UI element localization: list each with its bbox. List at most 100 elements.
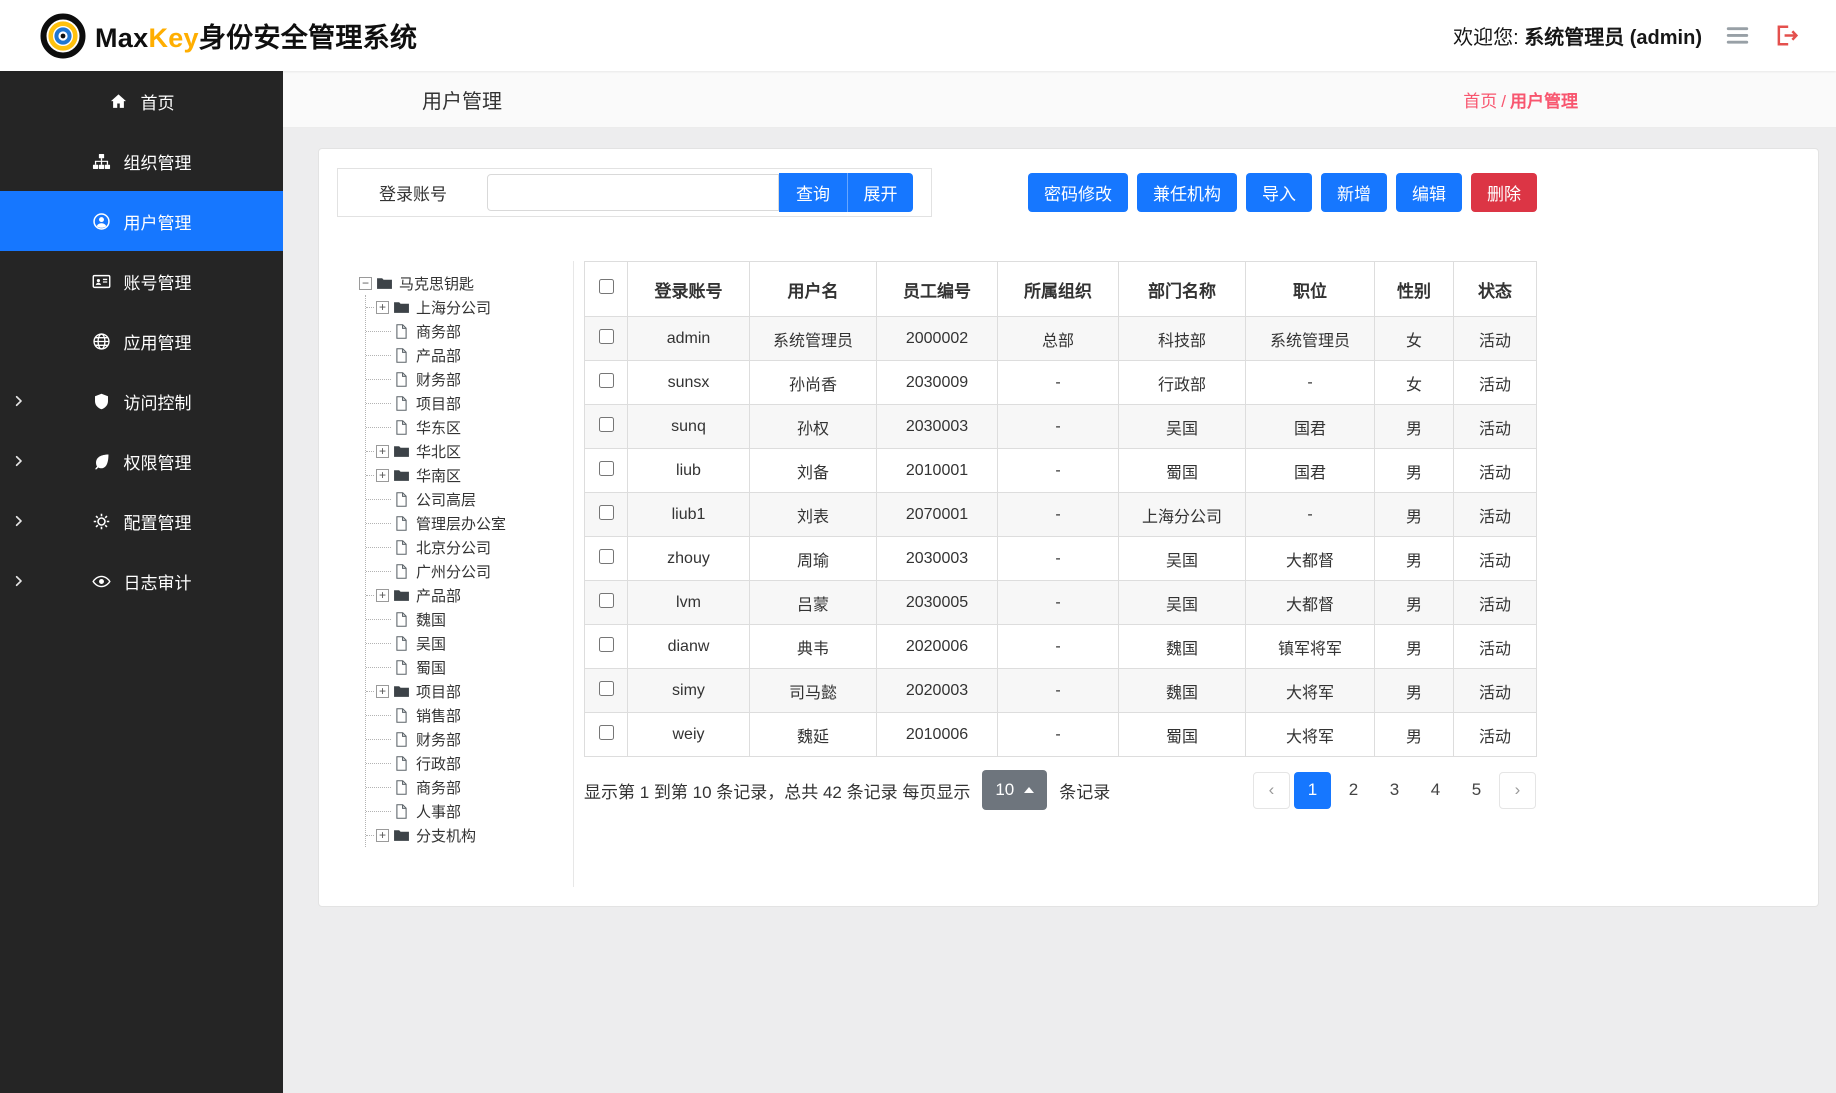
page-size-dropdown[interactable]: 10 [982, 770, 1047, 810]
tree-node[interactable]: 吴国 [366, 631, 573, 655]
password-modify-button[interactable]: 密码修改 [1028, 173, 1128, 212]
tree-node[interactable]: + 项目部 [366, 679, 573, 703]
row-checkbox[interactable] [599, 681, 614, 696]
tree-node-label[interactable]: 财务部 [414, 369, 463, 390]
delete-button[interactable]: 删除 [1471, 173, 1537, 212]
tree-node[interactable]: 销售部 [366, 703, 573, 727]
tree-node-label[interactable]: 人事部 [414, 801, 463, 822]
menu-icon[interactable] [1724, 22, 1751, 49]
tree-toggle-icon[interactable]: + [376, 469, 389, 482]
sidebar-item-access-control[interactable]: 访问控制 [0, 371, 283, 431]
tree-toggle-icon[interactable]: + [376, 829, 389, 842]
tree-node[interactable]: 管理层办公室 [366, 511, 573, 535]
table-row[interactable]: admin系统管理员2000002总部科技部系统管理员女活动 [585, 317, 1537, 361]
row-checkbox[interactable] [599, 637, 614, 652]
tree-node-label[interactable]: 北京分公司 [414, 537, 493, 558]
table-row[interactable]: sunsx孙尚香2030009-行政部-女活动 [585, 361, 1537, 405]
tree-node-label[interactable]: 华南区 [414, 465, 463, 486]
import-button[interactable]: 导入 [1246, 173, 1312, 212]
table-row[interactable]: simy司马懿2020003-魏国大将军男活动 [585, 669, 1537, 713]
breadcrumb-item[interactable]: 首页 [1463, 92, 1497, 111]
logout-icon[interactable] [1773, 22, 1800, 49]
tree-node[interactable]: 华东区 [366, 415, 573, 439]
page-button-4[interactable]: 4 [1417, 772, 1454, 809]
search-input[interactable] [487, 174, 779, 211]
row-checkbox[interactable] [599, 549, 614, 564]
tree-node[interactable]: 商务部 [366, 775, 573, 799]
tree-node[interactable]: 行政部 [366, 751, 573, 775]
tree-node-label[interactable]: 马克思钥匙 [397, 273, 476, 294]
sidebar-item-app-management[interactable]: 应用管理 [0, 311, 283, 371]
row-checkbox[interactable] [599, 373, 614, 388]
tree-node[interactable]: 人事部 [366, 799, 573, 823]
sidebar-item-config-management[interactable]: 配置管理 [0, 491, 283, 551]
tree-toggle-icon[interactable]: + [376, 685, 389, 698]
add-button[interactable]: 新增 [1321, 173, 1387, 212]
row-checkbox[interactable] [599, 725, 614, 740]
tree-toggle-icon[interactable]: + [376, 589, 389, 602]
tree-node-label[interactable]: 产品部 [414, 585, 463, 606]
tree-node-label[interactable]: 蜀国 [414, 657, 448, 678]
row-checkbox[interactable] [599, 417, 614, 432]
tree-toggle-icon[interactable]: + [376, 445, 389, 458]
tree-node[interactable]: 商务部 [366, 319, 573, 343]
table-row[interactable]: zhouy周瑜2030003-吴国大都督男活动 [585, 537, 1537, 581]
prev-page-button[interactable]: ‹ [1253, 772, 1290, 809]
tree-node-label[interactable]: 项目部 [414, 393, 463, 414]
tree-node[interactable]: 财务部 [366, 727, 573, 751]
tree-node-label[interactable]: 华东区 [414, 417, 463, 438]
expand-button[interactable]: 展开 [847, 173, 913, 212]
tree-node-label[interactable]: 上海分公司 [414, 297, 493, 318]
tree-node-label[interactable]: 行政部 [414, 753, 463, 774]
sidebar-item-home[interactable]: 首页 [0, 71, 283, 131]
sidebar-item-account-management[interactable]: 账号管理 [0, 251, 283, 311]
row-checkbox[interactable] [599, 505, 614, 520]
table-row[interactable]: dianw典韦2020006-魏国镇军将军男活动 [585, 625, 1537, 669]
table-row[interactable]: lvm吕蒙2030005-吴国大都督男活动 [585, 581, 1537, 625]
next-page-button[interactable]: › [1499, 772, 1536, 809]
page-button-5[interactable]: 5 [1458, 772, 1495, 809]
tree-node[interactable]: + 分支机构 [366, 823, 573, 847]
tree-node-label[interactable]: 广州分公司 [414, 561, 493, 582]
page-button-3[interactable]: 3 [1376, 772, 1413, 809]
edit-button[interactable]: 编辑 [1396, 173, 1462, 212]
tree-node[interactable]: + 华北区 [366, 439, 573, 463]
tree-toggle-icon[interactable]: − [359, 277, 372, 290]
tree-node-label[interactable]: 销售部 [414, 705, 463, 726]
tree-node[interactable]: 魏国 [366, 607, 573, 631]
row-checkbox[interactable] [599, 593, 614, 608]
table-row[interactable]: weiy魏延2010006-蜀国大将军男活动 [585, 713, 1537, 757]
tree-node[interactable]: 项目部 [366, 391, 573, 415]
tree-node[interactable]: 蜀国 [366, 655, 573, 679]
tree-node-label[interactable]: 财务部 [414, 729, 463, 750]
tree-node-label[interactable]: 华北区 [414, 441, 463, 462]
table-row[interactable]: sunq孙权2030003-吴国国君男活动 [585, 405, 1537, 449]
sidebar-item-org-management[interactable]: 组织管理 [0, 131, 283, 191]
tree-node-label[interactable]: 商务部 [414, 321, 463, 342]
table-row[interactable]: liub刘备2010001-蜀国国君男活动 [585, 449, 1537, 493]
sidebar-item-permission-management[interactable]: 权限管理 [0, 431, 283, 491]
tree-node-label[interactable]: 产品部 [414, 345, 463, 366]
page-button-1[interactable]: 1 [1294, 772, 1331, 809]
tree-node[interactable]: 广州分公司 [366, 559, 573, 583]
tree-node[interactable]: +上海分公司 [366, 295, 573, 319]
row-checkbox[interactable] [599, 329, 614, 344]
tree-node[interactable]: 产品部 [366, 343, 573, 367]
tree-root[interactable]: − 马克思钥匙 [359, 271, 573, 295]
sidebar-item-user-management[interactable]: 用户管理 [0, 191, 283, 251]
tree-node[interactable]: 公司高层 [366, 487, 573, 511]
tree-node-label[interactable]: 吴国 [414, 633, 448, 654]
tree-node-label[interactable]: 商务部 [414, 777, 463, 798]
tree-node[interactable]: + 华南区 [366, 463, 573, 487]
tree-node-label[interactable]: 公司高层 [414, 489, 478, 510]
adjunct-org-button[interactable]: 兼任机构 [1137, 173, 1237, 212]
tree-node-label[interactable]: 分支机构 [414, 825, 478, 846]
select-all-checkbox[interactable] [599, 279, 614, 294]
tree-node[interactable]: + 产品部 [366, 583, 573, 607]
sidebar-item-log-audit[interactable]: 日志审计 [0, 551, 283, 611]
tree-node-label[interactable]: 项目部 [414, 681, 463, 702]
tree-node-label[interactable]: 魏国 [414, 609, 448, 630]
tree-node[interactable]: 北京分公司 [366, 535, 573, 559]
breadcrumb-item[interactable]: 用户管理 [1510, 92, 1578, 111]
tree-node-label[interactable]: 管理层办公室 [414, 513, 508, 534]
